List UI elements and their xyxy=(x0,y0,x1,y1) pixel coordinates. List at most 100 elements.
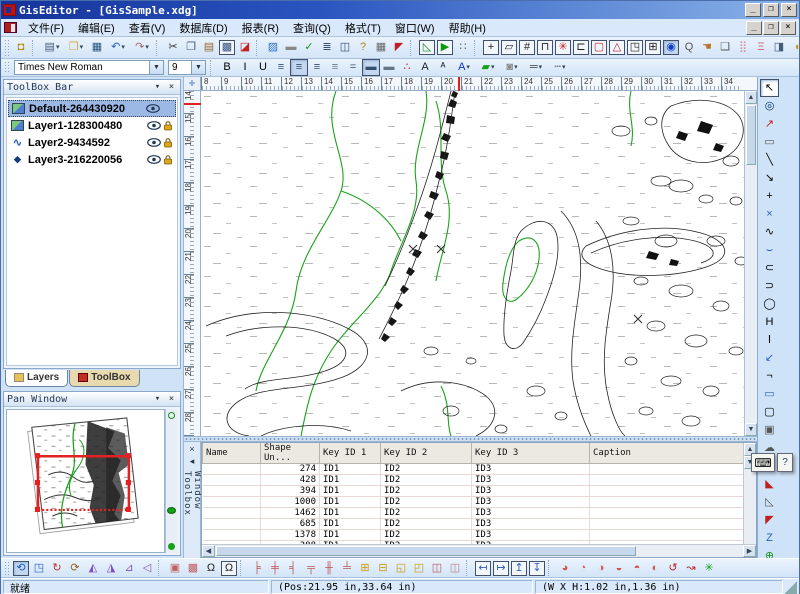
zoom-button[interactable]: Q xyxy=(680,39,698,56)
table-row[interactable]: 428 ID1 ID2 ID3 xyxy=(203,475,744,486)
align-right-button[interactable]: ≡ xyxy=(308,59,326,76)
italic-button[interactable]: I xyxy=(236,59,254,76)
separator[interactable] xyxy=(256,40,262,56)
lock-icon[interactable] xyxy=(163,138,173,148)
transform-button[interactable]: Ξ xyxy=(752,39,770,56)
clip-button[interactable]: ◤ xyxy=(390,39,408,56)
scrollbar-thumb[interactable] xyxy=(216,546,636,556)
separator[interactable] xyxy=(548,560,554,576)
lock-icon[interactable] xyxy=(163,121,173,131)
cut-button[interactable]: ✂ xyxy=(164,39,182,56)
rotate-point-button[interactable]: ↻ xyxy=(48,560,66,577)
help-button[interactable]: ? xyxy=(354,39,372,56)
separator[interactable] xyxy=(156,40,162,56)
layer-row[interactable]: Default-264430920 xyxy=(8,100,176,117)
redo-button[interactable]: ↷ xyxy=(130,39,154,56)
hook-tool[interactable]: ¬ xyxy=(760,367,779,385)
validate-button[interactable]: ✓ xyxy=(300,39,318,56)
close-button[interactable]: × xyxy=(781,3,797,17)
pan-sphere-button[interactable]: ◉ xyxy=(663,40,679,55)
arc-tool[interactable]: ⌣ xyxy=(760,241,779,259)
separator[interactable] xyxy=(32,40,38,56)
child-close-button[interactable]: × xyxy=(780,21,796,35)
column-header[interactable]: Key ID 2 xyxy=(381,443,472,464)
layer-row[interactable]: ∿ Layer2-9434592 xyxy=(8,134,176,151)
pan-overview-map[interactable] xyxy=(6,409,165,553)
pan-zoom-slider[interactable] xyxy=(165,409,178,553)
underline-button[interactable]: U xyxy=(254,59,272,76)
align-top-objects-button[interactable]: ╤ xyxy=(302,560,320,577)
separator[interactable] xyxy=(410,40,416,56)
mirror-button[interactable]: ◁ xyxy=(138,560,156,577)
help-popup-button[interactable]: ? xyxy=(777,453,793,472)
table-row[interactable]: 1462 ID1 ID2 ID3 xyxy=(203,508,744,519)
align-justify-button[interactable]: ≡ xyxy=(326,59,344,76)
strip-collapse-button[interactable]: ◂ xyxy=(186,456,199,468)
menu-item[interactable]: 窗口(W) xyxy=(388,18,442,38)
font-name-combobox[interactable]: Times New Roman ▼ xyxy=(14,60,164,75)
dash-style-button[interactable]: ┄ xyxy=(548,59,572,76)
rect-select-tool[interactable]: ▭ xyxy=(760,133,779,151)
cross-tool[interactable]: + xyxy=(760,187,779,205)
same-height-button[interactable]: ⊟ xyxy=(374,560,392,577)
scroll-down-button[interactable]: ▼ xyxy=(745,423,757,436)
copy-button[interactable]: ❐ xyxy=(182,39,200,56)
column-header[interactable]: Key ID 1 xyxy=(320,443,381,464)
align-left-button[interactable]: ≡ xyxy=(272,59,290,76)
align-top-button[interactable]: = xyxy=(344,59,362,76)
open-rect-button[interactable]: ⊏ xyxy=(573,40,589,55)
curve-g-tool[interactable]: ⊃ xyxy=(760,277,779,295)
align-bottom-objects-button[interactable]: ╧ xyxy=(338,560,356,577)
zigzag-tool[interactable]: Z xyxy=(760,529,779,547)
scroll-up-button[interactable]: ▲ xyxy=(745,91,757,104)
bold-button[interactable]: B xyxy=(218,59,236,76)
zoom-region-tool[interactable]: ◎ xyxy=(760,97,779,115)
hand-button[interactable]: ☚ xyxy=(698,39,716,56)
panel-close-button[interactable]: × xyxy=(166,82,177,92)
align-bottom-button[interactable]: ▬ xyxy=(380,59,398,76)
table-row[interactable]: 1000 ID1 ID2 ID3 xyxy=(203,497,744,508)
vertex-star-button[interactable]: ✳ xyxy=(555,40,571,55)
ibeam-tool[interactable]: Ⅰ xyxy=(760,331,779,349)
star-op-button[interactable]: ✳ xyxy=(700,560,718,577)
separator[interactable] xyxy=(240,560,246,576)
poly-red-tool[interactable]: ◤ xyxy=(760,511,779,529)
column-header[interactable]: Name xyxy=(203,443,261,464)
shear-button[interactable]: ⊿ xyxy=(120,560,138,577)
grid-button[interactable]: ▦ xyxy=(372,39,390,56)
dock-tab[interactable]: ToolBox xyxy=(69,370,139,387)
separator[interactable] xyxy=(474,40,480,56)
bullets-button[interactable]: ∴ xyxy=(398,59,416,76)
font-size-combobox[interactable]: 9 ▼ xyxy=(168,60,206,75)
lock-icon[interactable] xyxy=(163,155,173,165)
resize-grip[interactable] xyxy=(785,580,797,594)
import-button[interactable]: ◪ xyxy=(236,39,254,56)
database-button[interactable]: ◘ xyxy=(12,39,30,56)
select-tool[interactable]: ↖ xyxy=(760,79,779,97)
arrow-line-tool[interactable]: ↘ xyxy=(760,169,779,187)
table-row[interactable]: 274 ID1 ID2 ID3 xyxy=(203,464,744,475)
column-header[interactable]: Caption xyxy=(590,443,744,464)
grow-font-button[interactable]: A xyxy=(416,59,434,76)
circle-cross-tool[interactable]: ⊕ xyxy=(760,547,779,558)
maximize-button[interactable]: ❐ xyxy=(763,3,779,17)
menu-item[interactable]: 查询(Q) xyxy=(286,18,338,38)
align-right-objects-button[interactable]: ╡ xyxy=(284,560,302,577)
union-button[interactable]: ◕ xyxy=(556,560,574,577)
properties-button[interactable]: ◨ xyxy=(770,39,788,56)
point-pick-tool[interactable]: ↗ xyxy=(760,115,779,133)
frame-button[interactable]: ⊞ xyxy=(645,40,661,55)
nudge-left-button[interactable]: ↤ xyxy=(475,561,491,576)
callout-rect-tool[interactable]: ▭ xyxy=(760,385,779,403)
font-color-button[interactable]: A xyxy=(452,59,476,76)
poly-pen-tool[interactable]: ◣ xyxy=(760,475,779,493)
child-restore-button[interactable]: ❐ xyxy=(763,21,779,35)
toolbar-grip[interactable] xyxy=(4,61,9,75)
line-tool[interactable]: ╲ xyxy=(760,151,779,169)
visibility-eye-icon[interactable] xyxy=(147,121,161,130)
highlight-button[interactable]: ▰ xyxy=(476,59,500,76)
red-rect-button[interactable]: ▢ xyxy=(591,40,607,55)
layer-row[interactable]: ◆ Layer3-216220056 xyxy=(8,151,176,168)
dimension-tool[interactable]: H xyxy=(760,313,779,331)
draw-hatch-button[interactable]: # xyxy=(519,40,535,55)
